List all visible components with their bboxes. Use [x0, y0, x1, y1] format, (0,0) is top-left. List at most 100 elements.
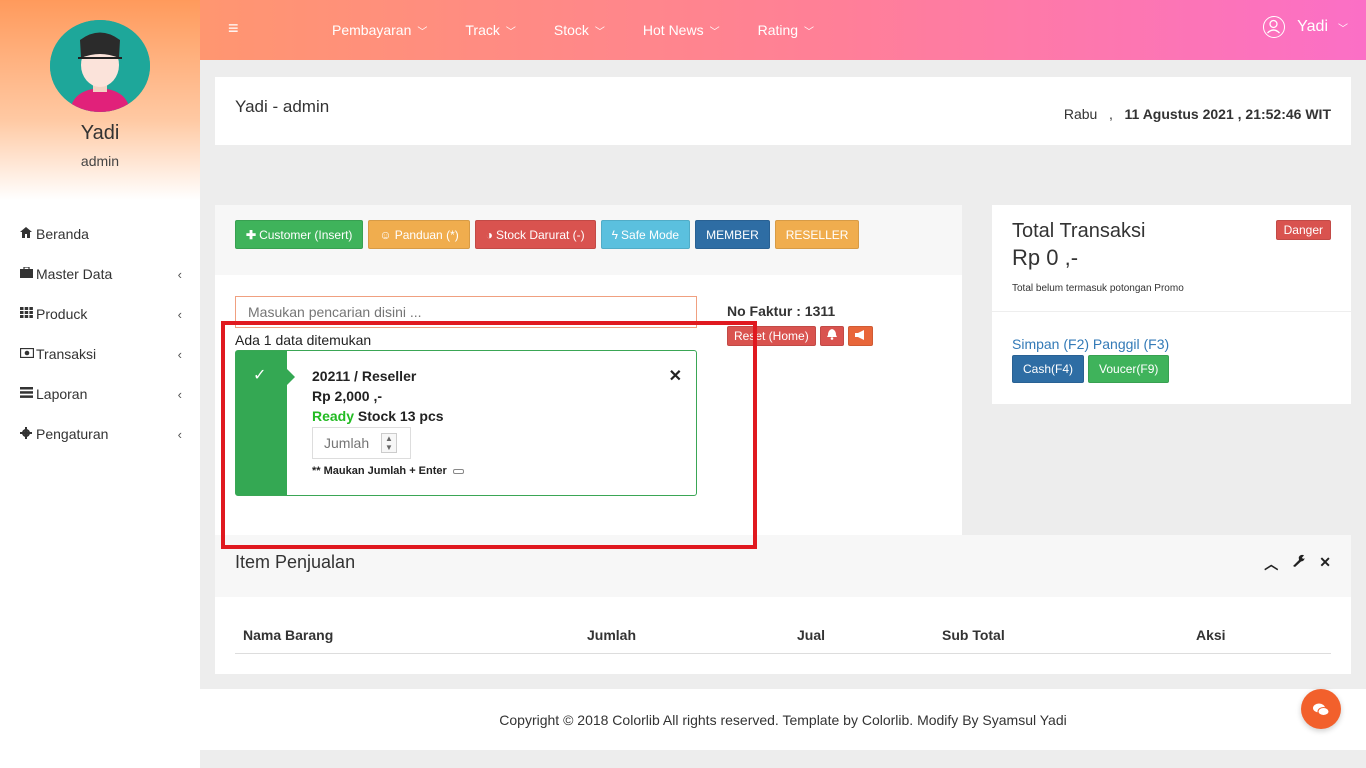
user-menu[interactable]: Yadi ﹀: [1263, 16, 1348, 38]
column-header: Jumlah: [587, 627, 637, 643]
sidebar-item-laporan[interactable]: Laporan ‹: [0, 374, 200, 414]
briefcase-icon: [20, 266, 36, 281]
date-time-display: Rabu , 11 Agustus 2021 , 21:52:46 WIT: [1064, 106, 1331, 122]
safe-mode-button[interactable]: ϟ Safe Mode: [600, 220, 691, 249]
simpan-link[interactable]: Simpan (F2): [1012, 336, 1089, 352]
summary-header: Total Transaksi Rp 0 ,- Total belum term…: [992, 205, 1351, 312]
close-icon[interactable]: ✕: [1319, 554, 1331, 574]
chevron-left-icon: ‹: [177, 386, 182, 402]
profile-name: Yadi: [80, 122, 120, 144]
wrench-icon[interactable]: [1292, 554, 1305, 574]
nav-pembayaran[interactable]: Pembayaran ﹀: [332, 22, 427, 38]
voucher-button[interactable]: Voucer(F9): [1088, 355, 1170, 383]
button-label: RESELLER: [785, 227, 849, 242]
items-title: Item Penjualan: [235, 552, 356, 572]
search-input[interactable]: [235, 296, 697, 328]
summary-amount: Rp 0 ,-: [1012, 245, 1079, 270]
sidebar-item-master-data[interactable]: Master Data ‹: [0, 254, 200, 294]
close-icon[interactable]: ✕: [669, 366, 682, 386]
button-label: Panduan (*): [394, 227, 459, 242]
sidebar-item-pengaturan[interactable]: Pengaturan ‹: [0, 414, 200, 454]
profile-section: Yadi admin: [0, 0, 200, 200]
menu-toggle-icon[interactable]: ≡: [228, 18, 239, 39]
nav-label: Pembayaran: [332, 22, 412, 38]
column-header: Sub Total: [942, 627, 1005, 643]
user-icon: [1263, 16, 1286, 38]
payment-buttons: Cash(F4) Voucer(F9): [1012, 355, 1173, 383]
action-toolbar: ✚ Customer (Insert) ☺ Panduan (*) ◑ Stock D…: [215, 205, 962, 275]
nav-label: Stock: [553, 22, 589, 38]
stock-count: Stock 13 pcs: [357, 408, 444, 424]
gear-icon: [20, 426, 36, 442]
nav-track[interactable]: Track ﹀: [465, 22, 515, 38]
nav-rating[interactable]: Rating ﹀: [758, 22, 814, 38]
summary-links: Simpan (F2) Panggil (F3): [1012, 336, 1169, 352]
sidebar-item-transaksi[interactable]: Transaksi ‹: [0, 334, 200, 374]
smile-icon: ☺: [379, 227, 392, 242]
check-icon: ✓: [253, 367, 267, 384]
stock-darurat-button[interactable]: ◑ Stock Darurat (-): [474, 220, 596, 249]
nav-hot-news[interactable]: Hot News ﹀: [643, 22, 720, 38]
page-title: Yadi - admin: [235, 97, 330, 116]
sidebar-item-label: Produck: [36, 306, 88, 322]
reset-home-button[interactable]: Reset (Home): [727, 326, 816, 346]
sidebar-menu: Beranda Master Data ‹ Produck ‹ Transaks…: [0, 214, 200, 454]
bullhorn-icon: [854, 329, 866, 343]
items-header: Item Penjualan ︿ ✕: [215, 535, 1351, 597]
product-result-card[interactable]: ✓ 20211 / Reseller Rp 2,000 ,- Ready Sto…: [235, 350, 697, 496]
invoice-number: No Faktur : 1311: [727, 303, 836, 319]
top-nav: Pembayaran ﹀ Track ﹀ Stock ﹀ Hot News ﹀ Rati…: [332, 0, 852, 60]
sidebar-item-label: Master Data: [36, 266, 113, 282]
column-header: Nama Barang: [243, 627, 334, 643]
member-button[interactable]: MEMBER: [695, 220, 770, 249]
nav-stock[interactable]: Stock ﹀: [554, 22, 605, 38]
chevron-down-icon: ﹀: [505, 27, 516, 38]
panggil-link[interactable]: Panggil (F3): [1093, 336, 1169, 352]
hint-text: ** Maukan Jumlah + Enter: [312, 465, 447, 477]
button-label: Reset (Home): [734, 329, 809, 343]
half-circle-icon: ◑: [485, 227, 493, 242]
column-header: Jual: [797, 627, 826, 643]
button-label: Stock Darurat (-): [495, 227, 585, 242]
customer-insert-button[interactable]: ✚ Customer (Insert): [235, 220, 364, 249]
date-separator: ,: [1108, 106, 1113, 122]
invoice-actions: Reset (Home): [727, 326, 877, 346]
footer: Copyright © 2018 Colorlib All rights res…: [200, 689, 1366, 750]
bell-icon: [826, 329, 837, 343]
list-icon: [20, 387, 36, 401]
chevron-left-icon: ‹: [177, 266, 182, 282]
panduan-button[interactable]: ☺ Panduan (*): [368, 220, 470, 249]
datetime-value: 11 Agustus 2021 , 21:52:46 WIT: [1124, 106, 1331, 122]
avatar[interactable]: [50, 20, 150, 112]
sidebar-item-beranda[interactable]: Beranda: [0, 214, 200, 254]
chevron-down-icon: ﹀: [594, 27, 605, 38]
sidebar: Yadi admin Beranda Master Data ‹ Produck…: [0, 0, 200, 768]
top-navbar: ≡ Pembayaran ﹀ Track ﹀ Stock ﹀ Hot News ﹀ Ra…: [200, 0, 1366, 60]
chevron-down-icon: ﹀: [417, 27, 428, 38]
sidebar-item-label: Laporan: [36, 386, 88, 402]
plus-icon: ✚: [246, 227, 257, 242]
summary-note: Total belum termasuk potongan Promo: [1012, 283, 1184, 294]
reseller-button[interactable]: RESELLER: [774, 220, 860, 249]
pos-panel: ✚ Customer (Insert) ☺ Panduan (*) ◑ Stock D…: [215, 205, 962, 550]
danger-button[interactable]: Danger: [1275, 220, 1331, 240]
grid-icon: [20, 307, 36, 321]
header-panel: Yadi - admin Rabu , 11 Agustus 2021 , 21…: [215, 77, 1351, 145]
announce-button[interactable]: [847, 326, 873, 346]
panel-tools: ︿ ✕: [1250, 554, 1331, 574]
stock-ready-label: Ready: [312, 408, 355, 424]
product-stock: Ready Stock 13 pcs: [312, 408, 444, 424]
nav-label: Rating: [757, 22, 799, 38]
button-label: Customer (Insert): [259, 227, 353, 242]
footer-text: Copyright © 2018 Colorlib All rights res…: [499, 712, 1067, 728]
search-result-count: Ada 1 data ditemukan: [235, 332, 372, 348]
bell-button[interactable]: [819, 326, 844, 346]
collapse-icon[interactable]: ︿: [1264, 554, 1278, 574]
cash-button[interactable]: Cash(F4): [1012, 355, 1085, 383]
money-icon: [19, 347, 36, 361]
chevron-left-icon: ‹: [177, 346, 182, 362]
sidebar-item-produck[interactable]: Produck ‹: [0, 294, 200, 334]
home-icon: [20, 227, 36, 241]
quantity-stepper[interactable]: ▲ ▼: [381, 433, 397, 453]
chat-icon[interactable]: [1301, 689, 1341, 729]
